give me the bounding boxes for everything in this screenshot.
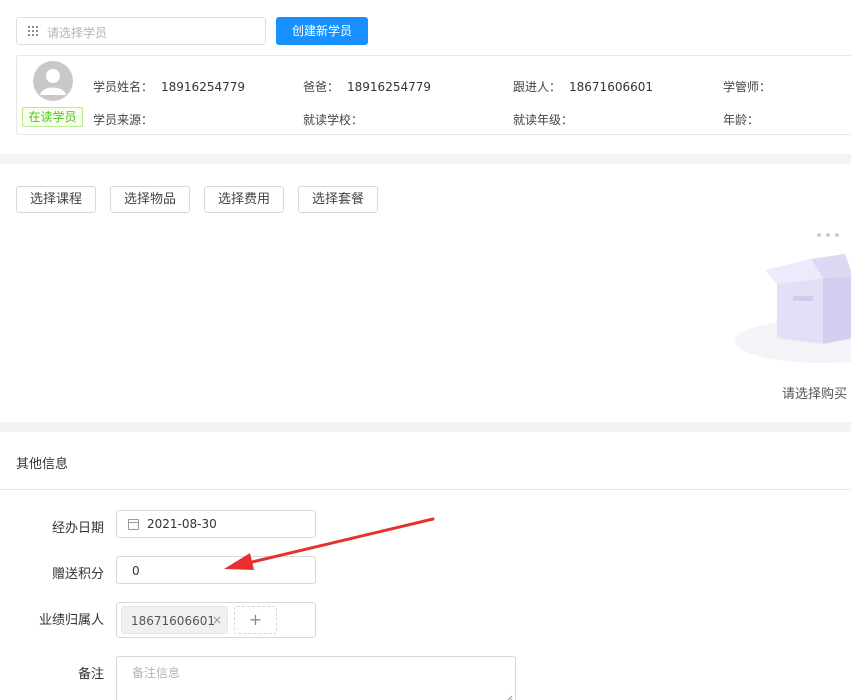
source-label: 学员来源： — [93, 113, 154, 127]
owner-label: 业绩归属人 — [38, 613, 104, 628]
dad-value: 18916254779 — [347, 80, 431, 94]
select-package-button[interactable]: 选择套餐 — [298, 186, 378, 213]
grade-field: 就读年级： — [513, 111, 573, 128]
student-name-value: 18916254779 — [161, 80, 245, 94]
student-info-panel: 在读学员 学员姓名： 18916254779 爸爸： 18916254779 跟进人… — [16, 55, 851, 135]
dad-label: 爸爸： — [303, 80, 340, 94]
follow-value: 18671606601 — [569, 80, 653, 94]
points-label: 赠送积分 — [51, 567, 104, 582]
owner-tag-label: 18671606601 — [131, 614, 215, 628]
manager-label: 学管师： — [723, 80, 772, 94]
grid-icon — [28, 26, 38, 36]
select-item-button[interactable]: 选择物品 — [110, 186, 190, 213]
source-field: 学员来源： — [93, 111, 153, 128]
owner-tag: 18671606601 × — [121, 606, 228, 634]
purchase-card: 选择课程 选择物品 选择费用 选择套餐 请选择购买 — [0, 164, 851, 422]
resize-handle-icon[interactable] — [505, 695, 513, 700]
avatar — [33, 61, 73, 101]
empty-state-text: 请选择购买 — [782, 387, 848, 402]
owner-select[interactable]: 18671606601 × + — [116, 602, 316, 638]
date-label: 经办日期 — [51, 521, 104, 536]
grade-label: 就读年级： — [513, 113, 574, 127]
close-icon[interactable]: × — [212, 613, 222, 627]
points-value: 0 — [132, 564, 140, 578]
dad-field: 爸爸： 18916254779 — [303, 78, 431, 95]
student-search-select[interactable]: 请选择学员 — [16, 17, 266, 45]
create-student-button[interactable]: 创建新学员 — [276, 17, 368, 45]
remark-placeholder: 备注信息 — [132, 666, 181, 680]
status-badge: 在读学员 — [22, 107, 83, 127]
remark-textarea[interactable]: 备注信息 — [116, 656, 516, 700]
remark-label: 备注 — [77, 667, 104, 682]
select-course-button[interactable]: 选择课程 — [16, 186, 96, 213]
age-field: 年龄： — [723, 111, 759, 128]
follow-label: 跟进人： — [513, 80, 562, 94]
school-field: 就读学校： — [303, 111, 363, 128]
annotation-arrow-icon — [224, 517, 435, 570]
school-label: 就读学校： — [303, 113, 364, 127]
student-search-placeholder: 请选择学员 — [47, 26, 108, 40]
date-value: 2021-08-30 — [147, 517, 217, 531]
student-name-label: 学员姓名： — [93, 80, 154, 94]
empty-box-icon — [735, 233, 851, 363]
calendar-icon — [128, 519, 139, 530]
select-fee-button[interactable]: 选择费用 — [204, 186, 284, 213]
divider — [0, 489, 851, 490]
manager-field: 学管师： — [723, 78, 771, 95]
add-owner-button[interactable]: + — [234, 606, 277, 634]
age-label: 年龄： — [723, 113, 760, 127]
student-card: 请选择学员 创建新学员 在读学员 学员姓名： 18916254779 爸爸： 189… — [0, 0, 851, 154]
section-title: 其他信息 — [16, 457, 69, 472]
follow-field: 跟进人： 18671606601 — [513, 78, 653, 95]
student-name-field: 学员姓名： 18916254779 — [93, 78, 245, 95]
